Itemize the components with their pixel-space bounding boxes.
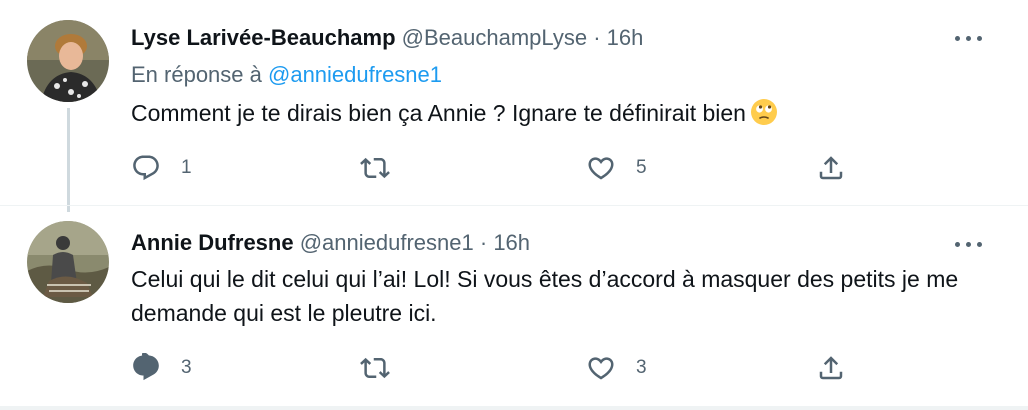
more-options-icon[interactable] [955,240,985,250]
thread-connector [67,108,70,212]
like-button[interactable]: 5 [586,151,647,185]
like-button[interactable]: 3 [586,351,647,385]
tweet-header: Annie Dufresne @anniedufresne1 · 16h [131,230,530,256]
retweet-button[interactable] [360,351,390,385]
like-count: 5 [636,157,647,178]
separator: · [479,230,488,255]
reply-icon [133,155,159,181]
reply-count: 3 [181,357,192,378]
tweet[interactable]: Lyse Larivée-Beauchamp @BeauchampLyse · … [0,0,1028,212]
share-icon [819,356,843,380]
timeline-bottom-border [0,406,1028,410]
retweet-icon [360,157,390,179]
tweet[interactable]: Annie Dufresne @anniedufresne1 · 16h Cel… [0,206,1028,406]
timestamp[interactable]: 16h [493,230,530,255]
tweet-text-content: Comment je te dirais bien ça Annie ? Ign… [131,100,746,126]
tweet-actions: 3 3 [131,351,871,385]
avatar[interactable] [27,20,109,102]
tweet-actions: 1 5 [131,151,871,185]
tweet-text: Comment je te dirais bien ça Annie ? Ign… [131,96,991,130]
reply-prefix: En réponse à [131,62,262,87]
reply-button[interactable]: 3 [131,351,192,385]
display-name[interactable]: Lyse Larivée-Beauchamp [131,25,396,50]
avatar[interactable] [27,221,109,303]
more-options-icon[interactable] [955,34,985,44]
reply-button[interactable]: 1 [131,151,192,185]
face-with-rolling-eyes-icon [750,98,778,126]
reply-context: En réponse à @anniedufresne1 [131,62,442,88]
like-count: 3 [636,357,647,378]
share-icon [819,156,843,180]
display-name[interactable]: Annie Dufresne [131,230,294,255]
share-button[interactable] [816,351,846,385]
timestamp[interactable]: 16h [607,25,644,50]
separator: · [593,25,601,50]
tweet-text-content: Celui qui le dit celui qui l’ai! Lol! Si… [131,266,959,326]
tweet-header: Lyse Larivée-Beauchamp @BeauchampLyse · … [131,25,643,51]
retweet-button[interactable] [360,151,390,185]
heart-icon [588,357,614,380]
reply-mention-link[interactable]: @anniedufresne1 [268,62,442,87]
retweet-icon [360,357,390,379]
reply-count: 1 [181,157,192,178]
reply-icon [133,353,159,381]
heart-icon [588,157,614,180]
user-handle[interactable]: @anniedufresne1 [300,230,474,255]
tweet-text: Celui qui le dit celui qui l’ai! Lol! Si… [131,262,991,330]
share-button[interactable] [816,151,846,185]
user-handle[interactable]: @BeauchampLyse [402,25,587,50]
